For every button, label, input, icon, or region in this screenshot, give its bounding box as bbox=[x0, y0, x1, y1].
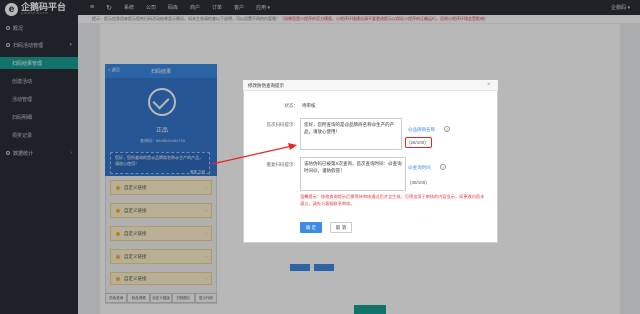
annotation-arrow bbox=[211, 143, 297, 165]
